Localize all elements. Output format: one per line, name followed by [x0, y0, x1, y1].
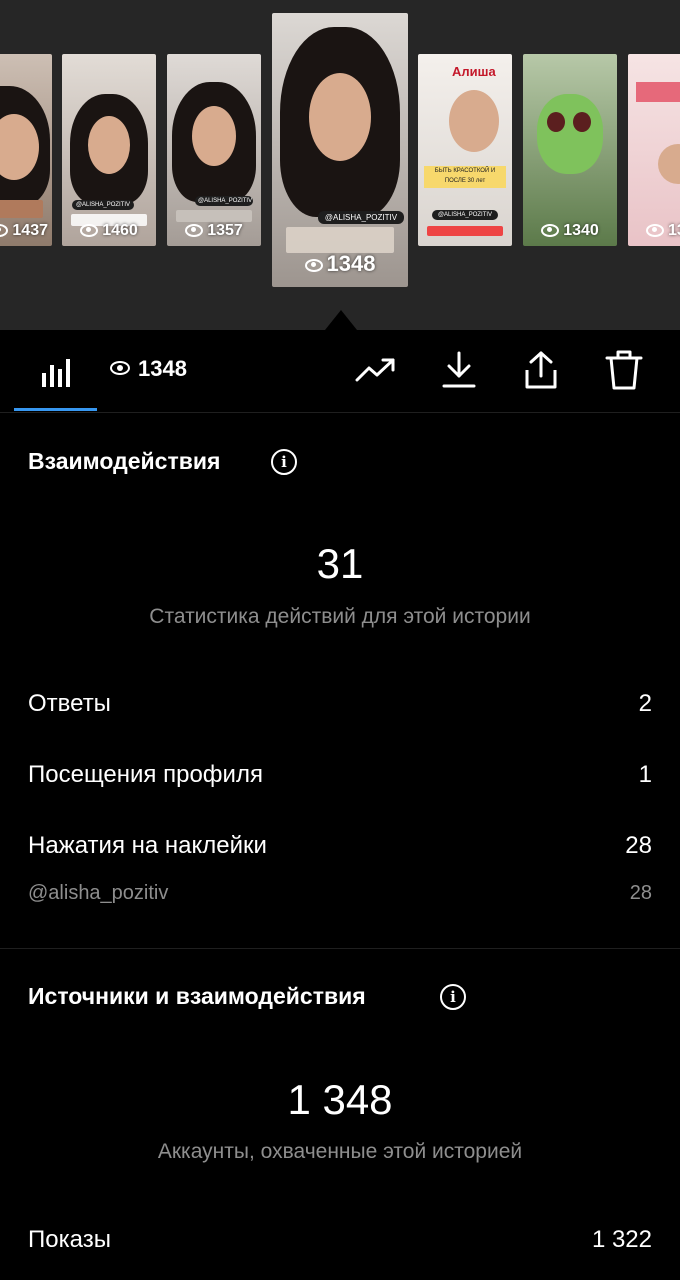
- stat-label: Показы: [28, 1226, 111, 1253]
- trending-icon[interactable]: [354, 348, 398, 392]
- story-image-toy: [537, 94, 603, 174]
- story-view-count: 1460: [62, 222, 156, 240]
- views-count: 1348: [110, 356, 187, 382]
- story-thumbnail[interactable]: 1437: [0, 54, 52, 246]
- story-view-count: 1357: [167, 222, 261, 240]
- story-thumbnail[interactable]: @ALISHA_POZITIV 1357: [167, 54, 261, 246]
- selected-story-pointer: [325, 310, 357, 330]
- active-tab-indicator: [14, 408, 97, 411]
- story-view-count: 13: [628, 222, 680, 240]
- story-image-toy-eye: [547, 112, 565, 132]
- eye-icon: [80, 224, 99, 238]
- stat-value: 1 322: [591, 1226, 652, 1253]
- stat-sub-label: @alisha_pozitiv: [28, 882, 169, 904]
- stat-sub-value: 28: [629, 882, 652, 904]
- stat-row: Нажатия на наклейки 28: [28, 832, 652, 860]
- stat-sub-row: @alisha_pozitiv 28: [28, 882, 652, 905]
- story-thumbnail[interactable]: @ALISHA_POZITIV 1460: [62, 54, 156, 246]
- info-icon[interactable]: i: [271, 449, 297, 475]
- story-title: Алиша: [452, 64, 496, 79]
- story-image-face: [88, 116, 130, 174]
- section-divider: [0, 948, 680, 949]
- story-view-count: 1437: [0, 222, 52, 240]
- story-toolbar: 1348: [0, 330, 680, 413]
- reach-subtitle: Аккаунты, охваченные этой историей: [157, 1140, 523, 1163]
- story-caption: [176, 210, 252, 222]
- stat-label: Посещения профиля: [28, 761, 263, 788]
- story-image-toy-eye: [573, 112, 591, 132]
- story-caption: [0, 200, 43, 218]
- story-strip[interactable]: 1437 @ALISHA_POZITIV 1460 @ALISHA_POZITI…: [0, 0, 680, 330]
- eye-icon: [110, 361, 130, 376]
- stat-label: Нажатия на наклейки: [28, 832, 267, 859]
- trash-icon[interactable]: [602, 348, 646, 392]
- story-view-count: 1348: [272, 251, 408, 277]
- story-sticker-handle: @ALISHA_POZITIV: [72, 200, 134, 210]
- stat-value: 2: [638, 690, 652, 717]
- eye-icon: [541, 224, 560, 238]
- story-image-face: [309, 73, 371, 161]
- story-thumbnail[interactable]: 1340: [523, 54, 617, 246]
- eye-icon: [0, 224, 9, 238]
- story-image-face: [192, 106, 236, 166]
- story-caption: [285, 227, 395, 253]
- stat-value: 1: [638, 761, 652, 788]
- story-subtitle: БЫТЬ КРАСОТКОЙ И ПОСЛЕ 30 лет: [424, 166, 506, 188]
- story-image-banner: [636, 82, 680, 102]
- story-thumbnail-selected[interactable]: @ALISHA_POZITIV 1348: [272, 13, 408, 287]
- story-thumbnail[interactable]: 13: [628, 54, 680, 246]
- story-view-count: 1340: [523, 222, 617, 240]
- story-sticker-handle: @ALISHA_POZITIV: [432, 210, 498, 220]
- share-icon[interactable]: [519, 348, 563, 392]
- story-sticker-handle: @ALISHA_POZITIV: [318, 211, 404, 224]
- eye-icon: [646, 224, 664, 238]
- interactions-title: Взаимодействия: [28, 448, 221, 474]
- info-icon[interactable]: i: [440, 984, 466, 1010]
- story-image-face: [658, 144, 680, 184]
- story-image-face: [449, 90, 500, 152]
- story-caption: [427, 226, 503, 236]
- interactions-subtitle: Статистика действий для этой истории: [149, 605, 531, 628]
- bar-chart-icon[interactable]: [40, 355, 72, 387]
- reach-total: 1 348: [287, 1076, 393, 1123]
- stat-value: 28: [625, 832, 652, 859]
- story-sticker-handle: @ALISHA_POZITIV: [195, 196, 253, 206]
- download-icon[interactable]: [437, 348, 481, 392]
- interactions-total: 31: [316, 540, 364, 587]
- stat-row: Посещения профиля 1: [28, 761, 652, 789]
- eye-icon: [304, 258, 323, 272]
- reach-title: Источники и взаимодействия: [28, 983, 366, 1009]
- story-thumbnail[interactable]: Алиша БЫТЬ КРАСОТКОЙ И ПОСЛЕ 30 лет @ALI…: [418, 54, 512, 246]
- stat-label: Ответы: [28, 690, 111, 717]
- eye-icon: [185, 224, 204, 238]
- stat-row: Ответы 2: [28, 690, 652, 718]
- stat-row: Показы 1 322: [28, 1226, 652, 1254]
